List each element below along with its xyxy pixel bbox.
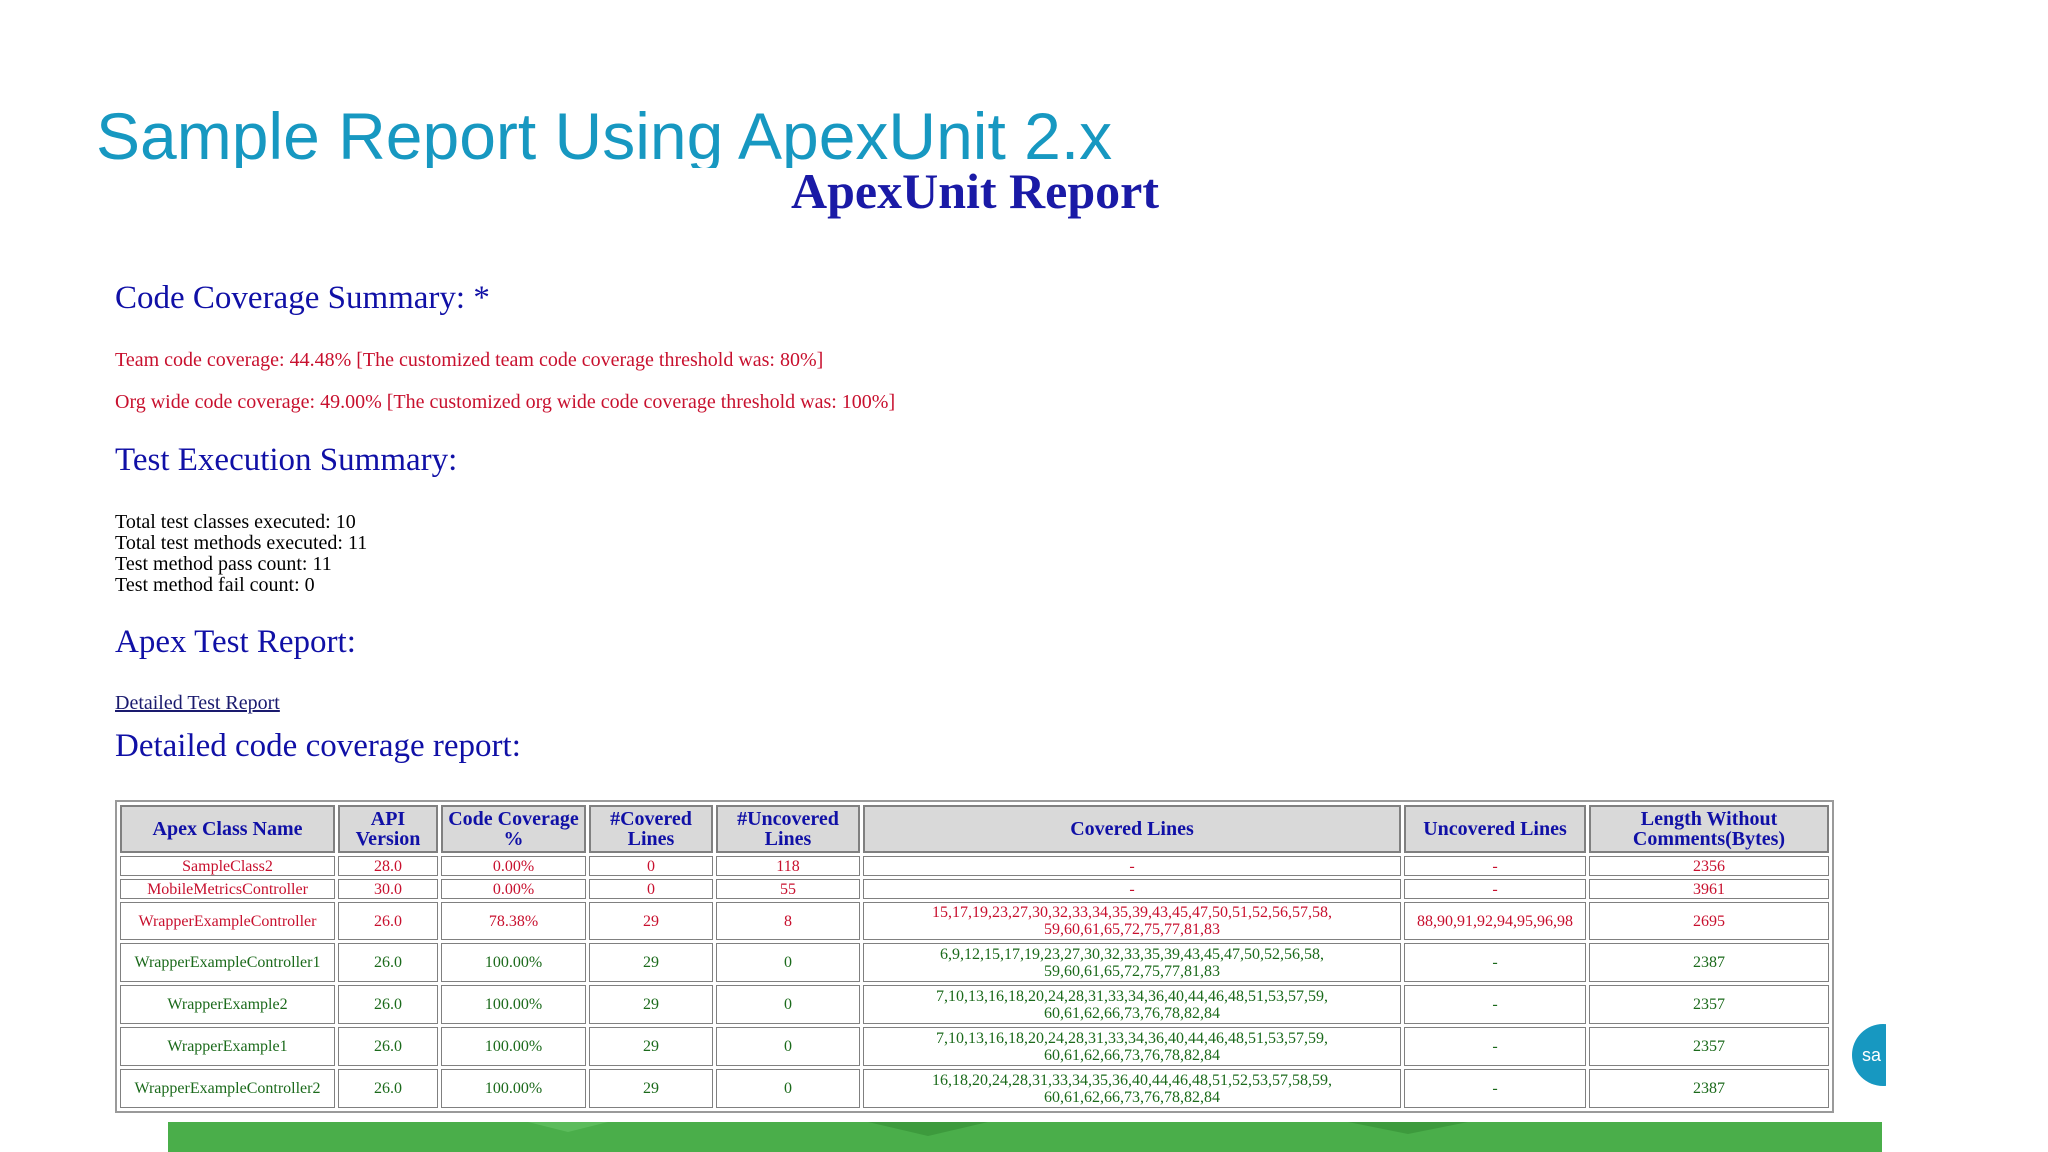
cell-class-name: WrapperExample2 xyxy=(120,985,335,1024)
cell-covered-lines: 16,18,20,24,28,31,33,34,35,36,40,44,46,4… xyxy=(863,1069,1401,1108)
cell-uncovered-count: 0 xyxy=(716,1069,860,1108)
table-row: WrapperExampleController 26.0 78.38% 29 8 15,… xyxy=(120,902,1829,940)
team-coverage-line: Team code coverage: 44.48% [The customiz… xyxy=(115,349,824,371)
stat-total-classes: Total test classes executed: 10 xyxy=(115,511,356,533)
cell-api-version: 26.0 xyxy=(338,902,438,940)
table-row: WrapperExampleController1 26.0 100.00% 29 0 6… xyxy=(120,943,1829,982)
slide-title: Sample Report Using ApexUnit 2.x xyxy=(96,99,1113,168)
cell-length: 2356 xyxy=(1589,856,1829,876)
cell-api-version: 30.0 xyxy=(338,879,438,899)
col-code-coverage: Code Coverage % xyxy=(441,805,586,853)
org-coverage-line: Org wide code coverage: 49.00% [The cust… xyxy=(115,391,896,413)
cell-coverage: 78.38% xyxy=(441,902,586,940)
cell-uncovered-count: 118 xyxy=(716,856,860,876)
stat-total-methods: Total test methods executed: 11 xyxy=(115,532,368,554)
stat-fail-count: Test method fail count: 0 xyxy=(115,574,315,596)
cell-coverage: 0.00% xyxy=(441,879,586,899)
cell-api-version: 26.0 xyxy=(338,985,438,1024)
cell-covered-lines: 7,10,13,16,18,20,24,28,31,33,34,36,40,44… xyxy=(863,985,1401,1024)
cell-class-name: WrapperExampleController1 xyxy=(120,943,335,982)
cell-coverage: 100.00% xyxy=(441,1069,586,1108)
cell-coverage: 100.00% xyxy=(441,1027,586,1066)
cell-coverage: 100.00% xyxy=(441,985,586,1024)
cell-uncovered-count: 0 xyxy=(716,985,860,1024)
cell-api-version: 28.0 xyxy=(338,856,438,876)
cell-covered-count: 29 xyxy=(589,985,713,1024)
cell-uncovered-lines: - xyxy=(1404,1069,1586,1108)
cell-class-name: WrapperExampleController xyxy=(120,902,335,940)
footer-band xyxy=(168,1122,1882,1152)
cell-covered-lines: - xyxy=(863,879,1401,899)
cell-class-name: WrapperExampleController2 xyxy=(120,1069,335,1108)
cell-covered-lines: 6,9,12,15,17,19,23,27,30,32,33,35,39,43,… xyxy=(863,943,1401,982)
cell-uncovered-count: 8 xyxy=(716,902,860,940)
cell-uncovered-lines: 88,90,91,92,94,95,96,98 xyxy=(1404,902,1586,940)
col-covered-lines-count: #Covered Lines xyxy=(589,805,713,853)
detailed-coverage-heading: Detailed code coverage report: xyxy=(115,728,521,764)
cell-uncovered-lines: - xyxy=(1404,856,1586,876)
code-coverage-summary-heading: Code Coverage Summary: * xyxy=(115,280,490,316)
cell-length: 2357 xyxy=(1589,1027,1829,1066)
cell-uncovered-lines: - xyxy=(1404,985,1586,1024)
stat-pass-count: Test method pass count: 11 xyxy=(115,553,332,575)
cell-api-version: 26.0 xyxy=(338,943,438,982)
test-execution-summary-heading: Test Execution Summary: xyxy=(115,442,458,478)
cell-uncovered-lines: - xyxy=(1404,1027,1586,1066)
col-uncovered-lines-count: #Uncovered Lines xyxy=(716,805,860,853)
table-row: WrapperExampleController2 26.0 100.00% 29 0 1… xyxy=(120,1069,1829,1108)
test-execution-stats: Total test classes executed: 10 Total te… xyxy=(115,512,367,596)
cell-class-name: SampleClass2 xyxy=(120,856,335,876)
col-uncovered-lines: Uncovered Lines xyxy=(1404,805,1586,853)
cell-length: 2357 xyxy=(1589,985,1829,1024)
cell-uncovered-count: 55 xyxy=(716,879,860,899)
cell-length: 2387 xyxy=(1589,1069,1829,1108)
coverage-table: Apex Class Name API Version Code Coverag… xyxy=(115,800,1834,1113)
cloud-icon: sa xyxy=(1852,1024,1886,1086)
col-covered-lines: Covered Lines xyxy=(863,805,1401,853)
cell-length: 3961 xyxy=(1589,879,1829,899)
cell-coverage: 0.00% xyxy=(441,856,586,876)
cell-class-name: MobileMetricsController xyxy=(120,879,335,899)
table-row: WrapperExample1 26.0 100.00% 29 0 7,10,13,16,… xyxy=(120,1027,1829,1066)
cell-covered-count: 29 xyxy=(589,1069,713,1108)
cell-length: 2387 xyxy=(1589,943,1829,982)
cell-uncovered-lines: - xyxy=(1404,943,1586,982)
cell-length: 2695 xyxy=(1589,902,1829,940)
cell-uncovered-lines: - xyxy=(1404,879,1586,899)
table-row: SampleClass2 28.0 0.00% 0 118- -2356 xyxy=(120,856,1829,876)
cell-covered-count: 29 xyxy=(589,1027,713,1066)
table-row: WrapperExample2 26.0 100.00% 29 0 7,10,13,16,… xyxy=(120,985,1829,1024)
cell-class-name: WrapperExample1 xyxy=(120,1027,335,1066)
table-row: MobileMetricsController 30.0 0.00% 0 55- -396… xyxy=(120,879,1829,899)
salesforce-logo: sa xyxy=(1852,1024,1886,1086)
cell-covered-lines: - xyxy=(863,856,1401,876)
cell-covered-count: 29 xyxy=(589,943,713,982)
report-title: ApexUnit Report xyxy=(790,163,1160,219)
col-length-bytes: Length Without Comments(Bytes) xyxy=(1589,805,1829,853)
cell-api-version: 26.0 xyxy=(338,1027,438,1066)
col-api-version: API Version xyxy=(338,805,438,853)
footer-shape xyxy=(168,1122,1882,1152)
col-apex-class-name: Apex Class Name xyxy=(120,805,335,853)
cell-uncovered-count: 0 xyxy=(716,943,860,982)
cell-covered-lines: 7,10,13,16,18,20,24,28,31,33,34,36,40,44… xyxy=(863,1027,1401,1066)
cell-covered-count: 0 xyxy=(589,856,713,876)
cell-coverage: 100.00% xyxy=(441,943,586,982)
coverage-header-row: Apex Class Name API Version Code Coverag… xyxy=(120,805,1829,853)
cell-api-version: 26.0 xyxy=(338,1069,438,1108)
cell-covered-count: 0 xyxy=(589,879,713,899)
detailed-test-report-link[interactable]: Detailed Test Report xyxy=(115,692,280,715)
cell-covered-lines: 15,17,19,23,27,30,32,33,34,35,39,43,45,4… xyxy=(863,902,1401,940)
cell-covered-count: 29 xyxy=(589,902,713,940)
apex-test-report-heading: Apex Test Report: xyxy=(115,624,356,660)
cell-uncovered-count: 0 xyxy=(716,1027,860,1066)
